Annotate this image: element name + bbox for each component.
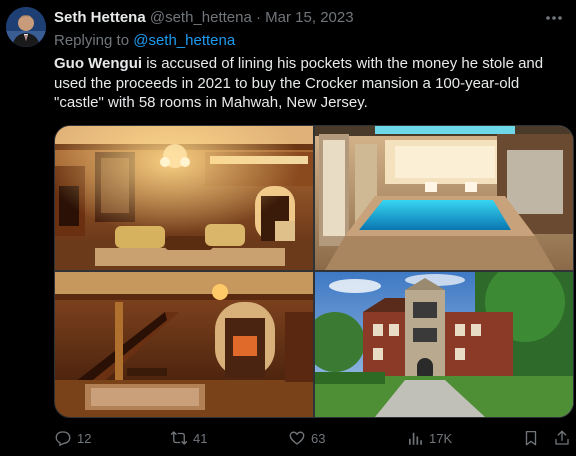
separator-dot: ·: [256, 9, 261, 26]
author-name[interactable]: Seth Hettena: [54, 9, 146, 26]
heart-icon: [289, 431, 305, 445]
tweet-text-bold: Guo Wengui: [54, 55, 143, 72]
repost-count: 41: [193, 430, 208, 446]
media-grid: [54, 125, 574, 418]
reply-count: 12: [77, 430, 92, 446]
reply-mention-link[interactable]: @seth_hettena: [133, 32, 235, 49]
views-count: 17K: [429, 430, 453, 446]
repost-icon: [170, 431, 188, 445]
author-handle[interactable]: @seth_hettena: [150, 9, 252, 26]
tweet-date[interactable]: Mar 15, 2023: [265, 9, 353, 26]
like-button[interactable]: 63: [288, 428, 325, 448]
views-chart-icon: [409, 432, 422, 445]
media-image-2[interactable]: [315, 126, 573, 270]
bookmark-icon: [525, 430, 537, 446]
more-options-icon[interactable]: [544, 8, 564, 28]
action-bar: 12 41 63 17K: [54, 428, 572, 450]
tweet-text: Guo Wengui is accused of lining his pock…: [54, 54, 564, 113]
reply-button[interactable]: 12: [54, 428, 91, 448]
replying-to-label: Replying to: [54, 32, 130, 49]
like-count: 63: [311, 430, 326, 446]
repost-button[interactable]: 41: [170, 428, 207, 448]
media-image-1[interactable]: [55, 126, 313, 270]
reply-icon: [55, 431, 71, 447]
avatar[interactable]: [6, 7, 46, 47]
tweet-header: Seth Hettena @seth_hettena · Mar 15, 202…: [54, 8, 556, 28]
views-button[interactable]: 17K: [406, 428, 452, 448]
replying-to: Replying to @seth_hettena: [54, 31, 235, 51]
share-button[interactable]: [553, 428, 576, 448]
share-icon: [555, 430, 569, 445]
media-image-3[interactable]: [55, 272, 313, 417]
bookmark-button[interactable]: [522, 428, 545, 448]
media-image-4[interactable]: [315, 272, 573, 417]
tweet[interactable]: Seth Hettena @seth_hettena · Mar 15, 202…: [0, 0, 576, 456]
